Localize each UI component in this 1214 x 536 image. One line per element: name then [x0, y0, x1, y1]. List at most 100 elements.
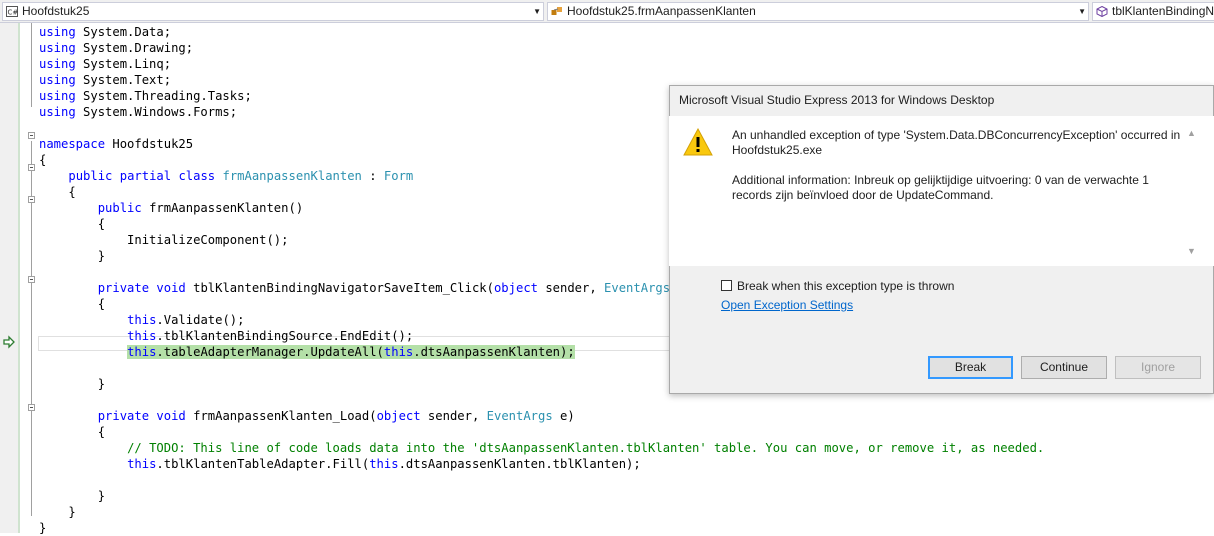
- scroll-down-icon[interactable]: ▼: [1187, 246, 1196, 256]
- code-token: .tblKlantenBindingSource.EndEdit();: [156, 329, 414, 343]
- class-dropdown[interactable]: Hoofdstuk25.frmAanpassenKlanten ▼: [547, 2, 1089, 21]
- code-line[interactable]: this.tableAdapterManager.UpdateAll(this.…: [39, 344, 575, 360]
- code-token: }: [39, 489, 106, 503]
- code-token: frmAanpassenKlanten_Load(: [185, 409, 377, 423]
- code-token: class: [178, 169, 216, 183]
- code-token: System.Data;: [75, 25, 172, 39]
- project-dropdown[interactable]: C# Hoofdstuk25 ▼: [2, 2, 544, 21]
- code-token: Form: [383, 169, 414, 183]
- member-dropdown[interactable]: tblKlantenBindingNavigatorSaveItem_Click: [1092, 2, 1214, 21]
- code-token: {: [39, 153, 47, 167]
- code-line[interactable]: {: [39, 216, 105, 232]
- code-token: {: [39, 425, 106, 439]
- chevron-down-icon: ▼: [533, 7, 541, 16]
- exception-message: An unhandled exception of type 'System.D…: [732, 128, 1181, 157]
- code-token: // TODO: This line of code loads data in…: [127, 441, 1045, 455]
- code-line[interactable]: using System.Threading.Tasks;: [39, 88, 252, 104]
- code-line[interactable]: }: [39, 520, 46, 536]
- code-line[interactable]: // TODO: This line of code loads data in…: [39, 440, 1044, 456]
- code-token: void: [156, 409, 186, 423]
- code-line[interactable]: }: [39, 504, 76, 520]
- scroll-up-icon[interactable]: ▲: [1187, 128, 1196, 138]
- code-token: :: [361, 169, 384, 183]
- code-token: namespace: [39, 137, 106, 151]
- break-on-exception-checkbox[interactable]: [721, 280, 732, 291]
- code-line[interactable]: }: [39, 376, 105, 392]
- code-line[interactable]: private void tblKlantenBindingNavigatorS…: [39, 280, 692, 296]
- code-token: frmAanpassenKlanten(): [141, 201, 304, 215]
- open-exception-settings-link[interactable]: Open Exception Settings: [721, 298, 853, 312]
- code-line[interactable]: {: [39, 152, 46, 168]
- code-token: using: [39, 73, 76, 87]
- svg-text:C#: C#: [8, 9, 19, 17]
- code-line[interactable]: {: [39, 184, 75, 200]
- code-line[interactable]: public partial class frmAanpassenKlanten…: [39, 168, 413, 184]
- code-token: using: [39, 89, 76, 103]
- code-token: private: [97, 281, 150, 295]
- break-button[interactable]: Break: [928, 356, 1013, 379]
- code-line[interactable]: }: [39, 488, 105, 504]
- code-token: public: [68, 169, 113, 183]
- code-line[interactable]: namespace Hoofdstuk25: [39, 136, 193, 152]
- code-line[interactable]: public frmAanpassenKlanten(): [39, 200, 303, 216]
- code-token: using: [39, 57, 76, 71]
- break-on-exception-label[interactable]: Break when this exception type is thrown: [737, 279, 954, 293]
- exception-dialog: Microsoft Visual Studio Express 2013 for…: [669, 85, 1214, 394]
- code-token: System.Windows.Forms;: [75, 105, 238, 119]
- code-token: }: [39, 249, 106, 263]
- code-line[interactable]: this.Validate();: [39, 312, 244, 328]
- code-line[interactable]: private void frmAanpassenKlanten_Load(ob…: [39, 408, 575, 424]
- code-line[interactable]: using System.Windows.Forms;: [39, 104, 237, 120]
- message-scrollbar[interactable]: ▲ ▼: [1183, 116, 1200, 266]
- code-token: partial: [119, 169, 172, 183]
- code-token: InitializeComponent();: [39, 233, 289, 247]
- code-line[interactable]: using System.Drawing;: [39, 40, 193, 56]
- code-token: using: [39, 105, 76, 119]
- code-token: System.Text;: [75, 73, 172, 87]
- code-token: this: [127, 329, 157, 343]
- code-line[interactable]: using System.Linq;: [39, 56, 171, 72]
- code-token: using: [39, 25, 76, 39]
- code-token: tblKlantenBindingNavigatorSaveItem_Click…: [185, 281, 494, 295]
- code-token: object: [376, 409, 421, 423]
- code-token: {: [39, 297, 106, 311]
- code-token: {: [39, 217, 106, 231]
- continue-button[interactable]: Continue: [1021, 356, 1107, 379]
- code-token: private: [97, 409, 150, 423]
- code-line[interactable]: this.tblKlantenTableAdapter.Fill(this.dt…: [39, 456, 641, 472]
- code-token: this: [127, 313, 157, 327]
- code-token: }: [39, 505, 76, 519]
- code-token: this: [369, 457, 399, 471]
- code-line[interactable]: {: [39, 424, 105, 440]
- code-line[interactable]: using System.Data;: [39, 24, 171, 40]
- code-token: .tblKlantenTableAdapter.Fill(: [156, 457, 370, 471]
- class-icon: [551, 7, 562, 15]
- code-token: public: [97, 201, 142, 215]
- code-line[interactable]: {: [39, 296, 105, 312]
- chevron-down-icon: ▼: [1078, 7, 1086, 16]
- code-token: e): [552, 409, 575, 423]
- code-line[interactable]: InitializeComponent();: [39, 232, 288, 248]
- method-icon: [1096, 6, 1108, 17]
- code-token: sender,: [420, 409, 487, 423]
- code-line[interactable]: this.tblKlantenBindingSource.EndEdit();: [39, 328, 413, 344]
- code-line[interactable]: using System.Text;: [39, 72, 171, 88]
- exception-message-panel: An unhandled exception of type 'System.D…: [669, 116, 1214, 266]
- code-token: this: [127, 345, 157, 359]
- code-token: this: [383, 345, 414, 359]
- member-dropdown-value: tblKlantenBindingNavigatorSaveItem_Click: [1112, 4, 1214, 18]
- code-token: frmAanpassenKlanten: [222, 169, 362, 183]
- code-token: System.Linq;: [75, 57, 172, 71]
- code-line[interactable]: }: [39, 248, 105, 264]
- code-token: System.Drawing;: [75, 41, 194, 55]
- code-token: Hoofdstuk25: [105, 137, 194, 151]
- exception-text: An unhandled exception of type 'System.D…: [732, 128, 1182, 218]
